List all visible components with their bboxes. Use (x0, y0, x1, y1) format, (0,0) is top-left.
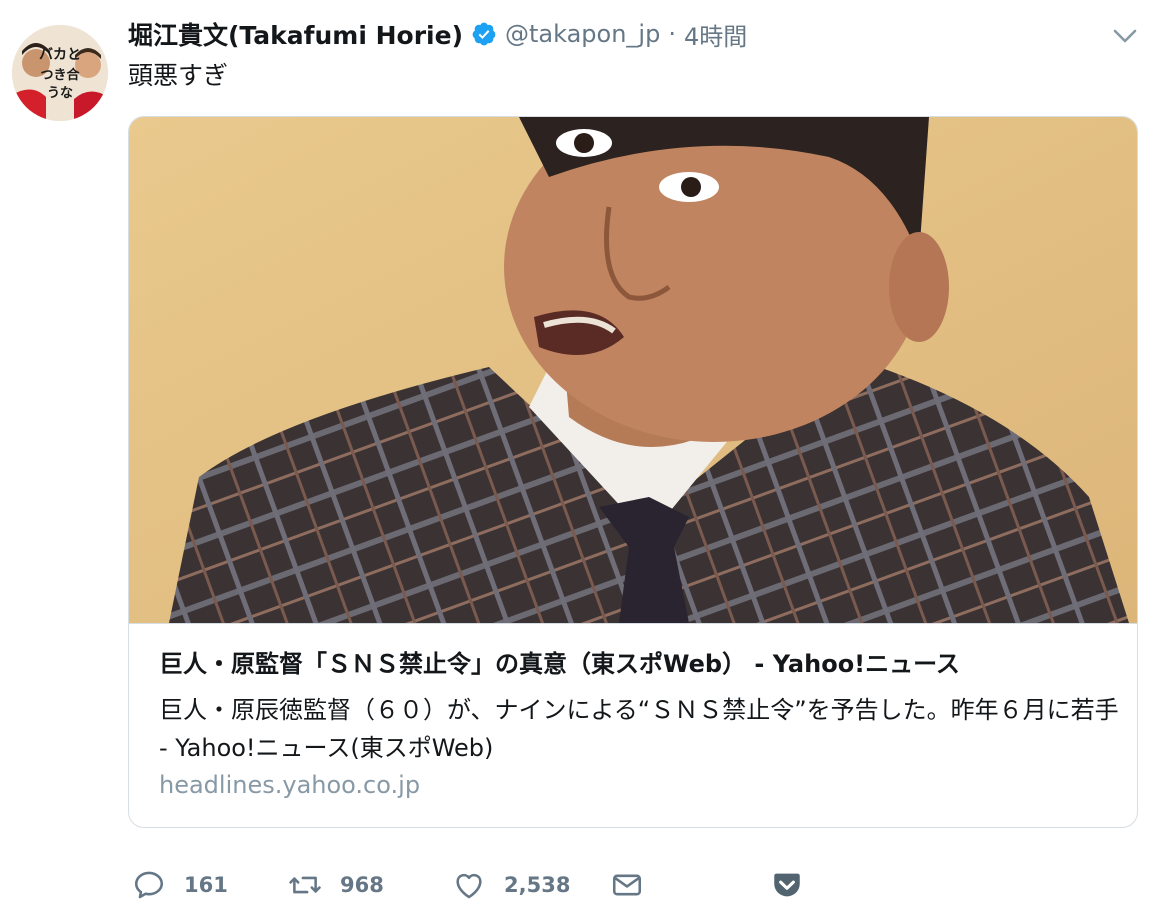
author-name[interactable]: 堀江貴文(Takafumi Horie) (128, 16, 463, 52)
header-separator: · (668, 20, 676, 48)
direct-message-button[interactable] (610, 868, 644, 902)
tweet-header: 堀江貴文(Takafumi Horie) @takapon_jp · 4時間 (128, 14, 747, 54)
card-description: 巨人・原辰徳監督（６０）が、ナインによる“ＳＮＳ禁止令”を予告した。昨年６月に若… (159, 696, 1119, 762)
retweet-count: 968 (340, 873, 384, 897)
avatar-image: バカと つき合 うな (12, 25, 108, 121)
reply-button[interactable]: 161 (132, 868, 228, 902)
tweet-text: 頭悪すぎ (128, 61, 229, 90)
reply-count: 161 (184, 873, 228, 897)
like-button[interactable]: 2,538 (452, 868, 570, 902)
retweet-icon (289, 876, 321, 894)
card-domain: headlines.yahoo.co.jp (159, 771, 421, 799)
tweet-timestamp[interactable]: 4時間 (684, 17, 747, 52)
svg-text:バカと: バカと (39, 47, 81, 63)
link-card[interactable]: 巨人・原監督「ＳＮＳ禁止令」の真意（東スポWeb） - Yahoo!ニュース 巨… (128, 116, 1138, 828)
svg-text:つき合: つき合 (40, 67, 80, 83)
card-image (129, 117, 1137, 624)
envelope-icon (612, 874, 642, 896)
heart-icon (456, 873, 482, 899)
reply-icon (134, 871, 164, 899)
like-count: 2,538 (504, 873, 571, 897)
author-avatar[interactable]: バカと つき合 うな (12, 25, 108, 121)
verified-badge-icon (472, 22, 496, 46)
chevron-down-icon[interactable] (1112, 26, 1138, 46)
pocket-icon (774, 873, 800, 897)
retweet-button[interactable]: 968 (288, 868, 384, 902)
author-handle[interactable]: @takapon_jp (505, 20, 660, 48)
card-title[interactable]: 巨人・原監督「ＳＮＳ禁止令」の真意（東スポWeb） - Yahoo!ニュース (159, 647, 1119, 681)
pocket-button[interactable] (770, 868, 804, 902)
svg-text:うな: うな (47, 86, 73, 101)
